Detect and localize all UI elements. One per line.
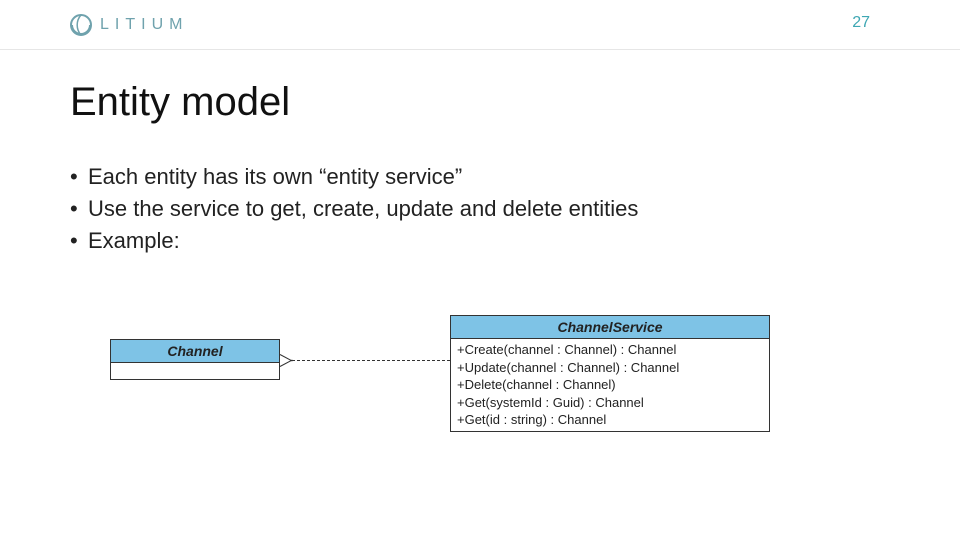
bullet-dot-icon: • <box>70 193 88 225</box>
uml-member: +Get(id : string) : Channel <box>457 411 763 429</box>
litium-globe-icon <box>70 14 92 36</box>
slide-content: Entity model • Each entity has its own “… <box>70 80 890 257</box>
bullet-dot-icon: • <box>70 225 88 257</box>
uml-diagram: Channel ChannelService +Create(channel :… <box>110 315 850 475</box>
brand-name: LITIUM <box>100 16 188 34</box>
slide: LITIUM 27 Entity model • Each entity has… <box>0 0 960 540</box>
uml-class-channel: Channel <box>110 339 280 380</box>
bullet-item: • Use the service to get, create, update… <box>70 193 890 225</box>
uml-class-name: Channel <box>111 340 279 363</box>
uml-member: +Update(channel : Channel) : Channel <box>457 359 763 377</box>
bullet-item: • Example: <box>70 225 890 257</box>
brand-logo: LITIUM <box>70 14 188 36</box>
slide-header: LITIUM 27 <box>0 0 960 50</box>
bullet-list: • Each entity has its own “entity servic… <box>70 161 890 257</box>
uml-member: +Delete(channel : Channel) <box>457 376 763 394</box>
uml-class-name: ChannelService <box>451 316 769 339</box>
arrow-line-icon <box>292 360 450 361</box>
bullet-text: Each entity has its own “entity service” <box>88 161 462 193</box>
uml-class-body: +Create(channel : Channel) : Channel +Up… <box>451 339 769 431</box>
page-number: 27 <box>852 14 870 32</box>
bullet-text: Use the service to get, create, update a… <box>88 193 638 225</box>
page-title: Entity model <box>70 80 890 125</box>
bullet-dot-icon: • <box>70 161 88 193</box>
uml-class-channel-service: ChannelService +Create(channel : Channel… <box>450 315 770 432</box>
uml-member: +Create(channel : Channel) : Channel <box>457 341 763 359</box>
bullet-text: Example: <box>88 225 180 257</box>
uml-class-body <box>111 363 279 379</box>
bullet-item: • Each entity has its own “entity servic… <box>70 161 890 193</box>
uml-dependency-arrow <box>280 351 450 371</box>
uml-member: +Get(systemId : Guid) : Channel <box>457 394 763 412</box>
